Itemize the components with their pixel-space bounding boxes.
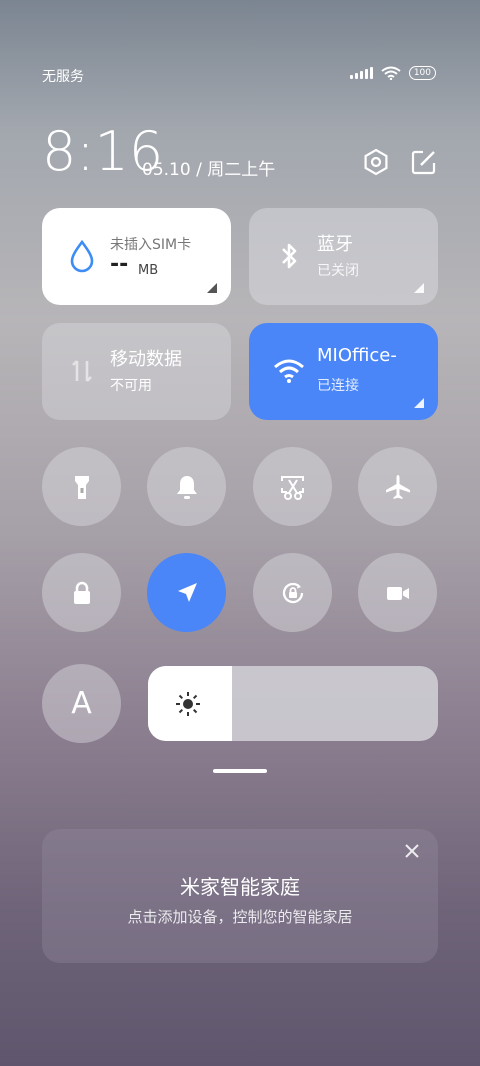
- wifi-icon: [274, 359, 304, 383]
- rotation-lock-icon: [282, 582, 303, 603]
- edit-icon[interactable]: [410, 148, 438, 176]
- flashlight-toggle[interactable]: [42, 447, 121, 526]
- location-icon: [177, 582, 197, 602]
- water-drop-icon: [70, 239, 94, 273]
- screen-record-toggle[interactable]: [358, 553, 437, 632]
- expand-corner-icon: [414, 398, 424, 408]
- screenshot-toggle[interactable]: [253, 447, 332, 526]
- battery-icon: 100: [408, 66, 436, 80]
- mobile-data-label: 移动数据: [110, 349, 182, 370]
- mobile-data-tile[interactable]: 移动数据 不可用: [42, 323, 231, 420]
- mobile-data-arrows-icon: [72, 360, 92, 382]
- bluetooth-status: 已关闭: [317, 263, 359, 279]
- expand-corner-icon: [414, 283, 424, 293]
- rotation-lock-toggle[interactable]: [253, 553, 332, 632]
- bluetooth-label: 蓝牙: [317, 234, 353, 255]
- expand-corner-icon: [207, 283, 217, 293]
- wifi-status-icon: [381, 66, 401, 80]
- signal-icon: [349, 67, 373, 79]
- clock-date: 05.10 / 周二上午: [142, 160, 276, 180]
- drag-handle[interactable]: [213, 769, 267, 773]
- bell-icon: [176, 475, 197, 499]
- carrier-text: 无服务: [42, 69, 84, 85]
- close-icon[interactable]: [402, 841, 422, 861]
- video-icon: [386, 586, 409, 600]
- smart-home-subtitle: 点击添加设备，控制您的智能家居: [127, 908, 353, 926]
- lock-icon: [73, 581, 90, 604]
- sun-icon: [176, 692, 200, 716]
- lock-screen-toggle[interactable]: [42, 553, 121, 632]
- ring-toggle[interactable]: [147, 447, 226, 526]
- data-usage-unit: MB: [138, 263, 159, 278]
- bluetooth-icon: [282, 243, 297, 269]
- airplane-toggle[interactable]: [358, 447, 437, 526]
- airplane-icon: [385, 474, 410, 499]
- data-usage-value: --: [110, 252, 129, 277]
- data-usage-tile[interactable]: 未插入SIM卡 -- MB: [42, 208, 231, 305]
- auto-brightness-toggle[interactable]: A: [42, 664, 121, 743]
- smart-home-card[interactable]: 米家智能家庭 点击添加设备，控制您的智能家居: [42, 829, 438, 963]
- location-toggle[interactable]: [147, 553, 226, 632]
- wifi-status: 已连接: [317, 378, 359, 394]
- mobile-data-status: 不可用: [110, 378, 152, 394]
- brightness-slider[interactable]: [148, 666, 438, 741]
- data-usage-label: 未插入SIM卡: [110, 237, 192, 253]
- wifi-label: MIOffice-: [317, 345, 397, 366]
- settings-gear-icon[interactable]: [362, 148, 390, 176]
- status-bar: 无服务 100: [42, 66, 436, 86]
- auto-brightness-label: A: [71, 686, 92, 721]
- screenshot-icon: [280, 475, 304, 500]
- flashlight-icon: [74, 475, 89, 499]
- bluetooth-tile[interactable]: 蓝牙 已关闭: [249, 208, 438, 305]
- smart-home-title: 米家智能家庭: [180, 875, 300, 899]
- wifi-tile[interactable]: MIOffice- 已连接: [249, 323, 438, 420]
